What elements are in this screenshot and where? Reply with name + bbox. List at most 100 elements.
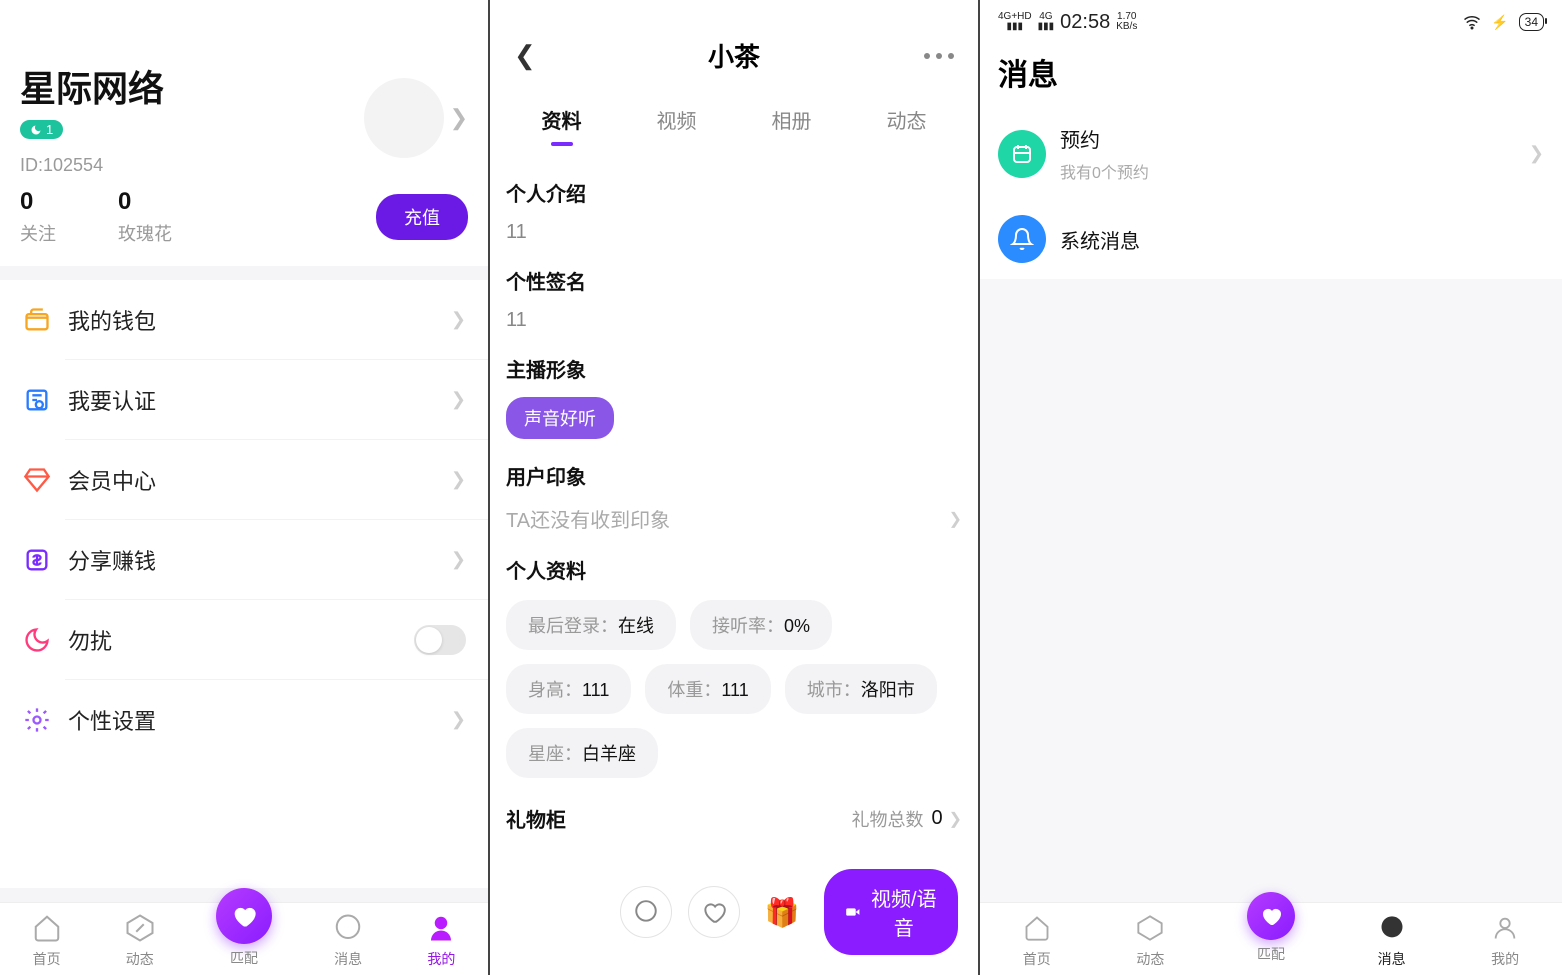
tab-feed[interactable]: 动态 <box>1133 911 1167 969</box>
chat-button[interactable] <box>620 886 672 938</box>
menu-share[interactable]: 分享赚钱 ❯ <box>0 520 488 600</box>
back-button[interactable]: ❮ <box>506 36 544 75</box>
stat-follow[interactable]: 0 关注 <box>20 188 56 246</box>
more-button[interactable] <box>916 45 962 67</box>
level-badge: 1 <box>20 120 63 139</box>
messages-empty-area <box>980 279 1562 902</box>
verify-icon <box>22 385 52 415</box>
tabbar: 首页 动态 匹配 消息 我的 <box>980 902 1562 975</box>
username: 星际网络 <box>20 60 164 112</box>
gift-button[interactable]: 🎁 <box>756 886 808 938</box>
tabbar: 首页 动态 匹配 消息 我的 <box>0 902 488 975</box>
stat-rose[interactable]: 0 玫瑰花 <box>118 188 172 246</box>
chevron-right-icon: ❯ <box>451 469 466 490</box>
row-reserve[interactable]: 预约 我有0个预约 ❯ <box>980 108 1562 199</box>
signal-1-icon: 4G+HD▮▮▮ <box>998 12 1032 32</box>
chevron-right-icon: ❯ <box>1529 143 1544 164</box>
chevron-right-icon: ❯ <box>949 809 962 829</box>
battery-icon: 34 <box>1519 13 1544 31</box>
page-title: 小茶 <box>708 37 760 74</box>
tab-info[interactable]: 资料 <box>536 97 588 148</box>
profile-header[interactable]: 星际网络 1 ID:102554 ❯ 0 关注 0 玫瑰花 <box>0 0 488 266</box>
gear-icon <box>22 705 52 735</box>
chip-answer-rate: 接听率：0% <box>690 600 832 650</box>
chat-icon <box>331 911 365 945</box>
wallet-icon <box>22 305 52 335</box>
row-system[interactable]: 系统消息 <box>980 199 1562 279</box>
menu-vip[interactable]: 会员中心 ❯ <box>0 440 488 520</box>
impression-row[interactable]: TA还没有收到印象 ❯ <box>506 504 962 533</box>
profile-scroll[interactable]: 个人介绍 11 个性签名 11 主播形象 声音好听 用户印象 TA还没有收到印象… <box>490 148 978 975</box>
user-id: ID:102554 <box>20 155 164 176</box>
reserve-icon <box>998 130 1046 178</box>
signal-2-icon: 4G▮▮▮ <box>1038 12 1055 32</box>
menu-wallet[interactable]: 我的钱包 ❯ <box>0 280 488 360</box>
tab-message[interactable]: 消息 <box>331 911 365 969</box>
chevron-right-icon: ❯ <box>451 389 466 410</box>
tab-mine[interactable]: 我的 <box>1488 911 1522 969</box>
compass-icon <box>123 911 157 945</box>
match-fab-icon <box>216 888 272 944</box>
chip-city: 城市：洛阳市 <box>785 664 937 714</box>
signature-value: 11 <box>506 309 962 332</box>
signature-heading: 个性签名 <box>506 266 962 295</box>
chevron-right-icon: ❯ <box>451 709 466 730</box>
avatar[interactable] <box>364 78 444 158</box>
menu-dnd[interactable]: 勿扰 <box>0 600 488 680</box>
dnd-toggle[interactable] <box>414 625 466 655</box>
person-icon <box>424 911 458 945</box>
video-call-button[interactable]: 视频/语音 <box>824 869 958 955</box>
level-value: 1 <box>46 122 53 137</box>
anchor-image-tag: 声音好听 <box>506 397 614 439</box>
divider <box>0 266 488 280</box>
navbar: ❮ 小茶 <box>490 0 978 87</box>
impression-heading: 用户印象 <box>506 461 962 490</box>
anchor-image-heading: 主播形象 <box>506 354 962 383</box>
recharge-button[interactable]: 充值 <box>376 194 468 240</box>
menu-verify[interactable]: 我要认证 ❯ <box>0 360 488 440</box>
wifi-icon <box>1463 13 1481 31</box>
profile-chips: 最后登录：在线 接听率：0% 身高：111 体重：111 城市：洛阳市 星座：白… <box>506 600 962 778</box>
gift-cabinet-row[interactable]: 礼物柜 礼物总数 0 ❯ <box>506 804 962 833</box>
home-icon <box>1020 911 1054 945</box>
profile-data-heading: 个人资料 <box>506 555 962 584</box>
chip-zodiac: 星座：白羊座 <box>506 728 658 778</box>
like-button[interactable] <box>688 886 740 938</box>
chevron-right-icon: ❯ <box>450 105 468 131</box>
intro-value: 11 <box>506 221 962 244</box>
status-bar: 4G+HD▮▮▮ 4G▮▮▮ 02:58 1.70KB/s ⚡ 34 <box>980 0 1562 38</box>
chip-height: 身高：111 <box>506 664 631 714</box>
tab-home[interactable]: 首页 <box>30 911 64 969</box>
net-speed: 1.70KB/s <box>1116 12 1137 32</box>
profile-menu: 我的钱包 ❯ 我要认证 ❯ 会员中心 ❯ 分享赚钱 ❯ 勿扰 个性设置 ❯ <box>0 280 488 889</box>
panel-messages: 4G+HD▮▮▮ 4G▮▮▮ 02:58 1.70KB/s ⚡ 34 消息 预约… <box>980 0 1562 975</box>
tab-video[interactable]: 视频 <box>651 97 703 148</box>
clock: 02:58 <box>1060 11 1110 34</box>
tab-feed[interactable]: 动态 <box>123 911 157 969</box>
moon-icon <box>22 625 52 655</box>
chevron-right-icon: ❯ <box>949 509 962 529</box>
share-earn-icon <box>22 545 52 575</box>
tab-match[interactable]: 匹配 <box>1247 916 1295 964</box>
chevron-right-icon: ❯ <box>451 309 466 330</box>
menu-settings[interactable]: 个性设置 ❯ <box>0 680 488 760</box>
tab-mine[interactable]: 我的 <box>424 911 458 969</box>
compass-icon <box>1133 911 1167 945</box>
match-fab-icon <box>1247 892 1295 940</box>
bell-icon <box>998 215 1046 263</box>
tab-moment[interactable]: 动态 <box>881 97 933 148</box>
panel-user-profile: ❮ 小茶 资料 视频 相册 动态 个人介绍 11 个性签名 11 主播形象 声音… <box>490 0 980 975</box>
tab-home[interactable]: 首页 <box>1020 911 1054 969</box>
profile-tabs: 资料 视频 相册 动态 <box>490 87 978 148</box>
panel-profile-mine: 星际网络 1 ID:102554 ❯ 0 关注 0 玫瑰花 <box>0 0 490 975</box>
tab-message[interactable]: 消息 <box>1375 911 1409 969</box>
chevron-right-icon: ❯ <box>451 549 466 570</box>
diamond-icon <box>22 465 52 495</box>
tab-album[interactable]: 相册 <box>766 97 818 148</box>
chip-last-login: 最后登录：在线 <box>506 600 676 650</box>
tab-match[interactable]: 匹配 <box>216 912 272 968</box>
chat-icon <box>1375 911 1409 945</box>
person-icon <box>1488 911 1522 945</box>
charging-icon: ⚡ <box>1491 14 1508 31</box>
intro-heading: 个人介绍 <box>506 178 962 207</box>
